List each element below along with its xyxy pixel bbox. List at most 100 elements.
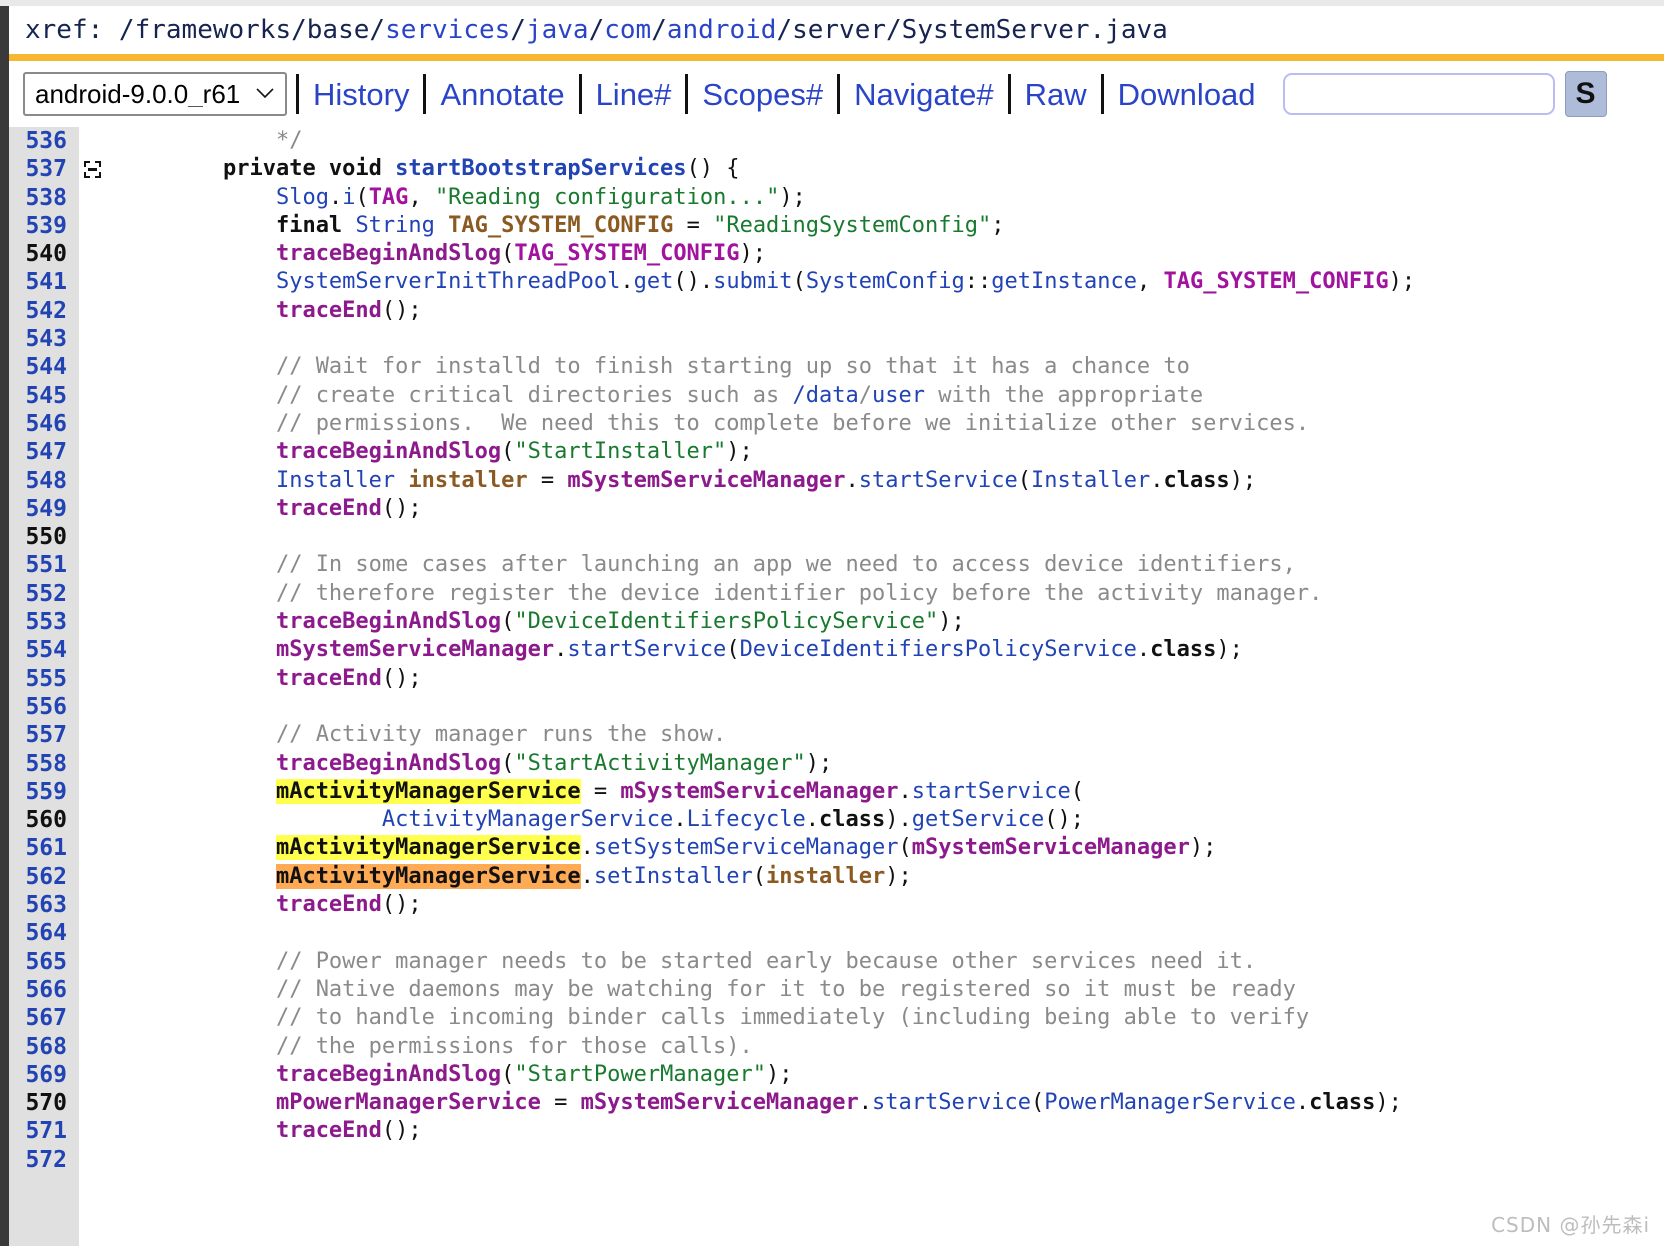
line-number[interactable]: 549 — [9, 494, 79, 524]
line-number[interactable]: 560 — [9, 806, 79, 835]
code-token: startService — [567, 637, 727, 663]
toolbar-separator — [1007, 74, 1011, 114]
breadcrumb-separator: / — [776, 15, 793, 45]
code-token: DeviceIdentifiersPolicyService — [739, 637, 1137, 663]
code-text: // therefore register the device identif… — [107, 580, 1664, 608]
breadcrumb-segment: server — [792, 15, 887, 45]
line-number[interactable]: 559 — [9, 777, 79, 807]
revision-select[interactable]: android-9.0.0_r61 — [23, 72, 287, 116]
line-number[interactable]: 541 — [9, 268, 79, 297]
line-number[interactable]: 571 — [9, 1117, 79, 1146]
line-number[interactable]: 539 — [9, 211, 79, 241]
code-token: . — [673, 807, 687, 833]
code-token: ); — [1375, 1090, 1402, 1116]
breadcrumb-segment[interactable]: com — [604, 15, 651, 45]
toolbar-link-annotate[interactable]: Annotate — [435, 79, 569, 110]
line-number[interactable]: 540 — [9, 240, 79, 269]
line-number[interactable]: 563 — [9, 891, 79, 920]
code-token: installer — [408, 467, 528, 493]
code-text: traceEnd(); — [107, 891, 1664, 919]
code-token: ( — [501, 439, 515, 465]
line-number[interactable]: 554 — [9, 636, 79, 665]
code-token: getService — [911, 807, 1045, 833]
line-number[interactable]: 555 — [9, 664, 79, 693]
code-text: final String TAG_SYSTEM_CONFIG = "Readin… — [107, 212, 1664, 240]
line-number[interactable]: 562 — [9, 862, 79, 892]
breadcrumb-segment[interactable]: android — [667, 15, 777, 45]
code-token: TAG — [368, 184, 409, 210]
search-button[interactable]: S — [1564, 71, 1607, 117]
code-text: Slog.i(TAG, "Reading configuration..."); — [107, 184, 1664, 212]
collapse-icon[interactable] — [84, 161, 101, 179]
line-number[interactable]: 557 — [9, 721, 79, 750]
line-number[interactable]: 567 — [9, 1004, 79, 1033]
breadcrumb-segment[interactable]: java — [526, 15, 589, 45]
line-number[interactable]: 547 — [9, 438, 79, 467]
toolbar-link-download[interactable]: Download — [1113, 79, 1261, 110]
line-number[interactable]: 537 — [9, 155, 79, 184]
code-token: traceEnd — [275, 495, 382, 521]
line-number[interactable]: 536 — [9, 127, 79, 156]
code-token: setSystemServiceManager — [593, 835, 899, 861]
line-number[interactable]: 572 — [9, 1145, 79, 1174]
code-line: 551 // In some cases after launching an … — [9, 551, 1664, 580]
breadcrumb-segment[interactable]: services — [385, 15, 510, 45]
line-number[interactable]: 556 — [9, 692, 79, 722]
toolbar-link-navigate[interactable]: Navigate# — [849, 79, 999, 110]
line-number[interactable]: 538 — [9, 183, 79, 212]
line-number[interactable]: 546 — [9, 409, 79, 439]
toolbar-link-history[interactable]: History — [308, 79, 414, 110]
line-number[interactable]: 565 — [9, 947, 79, 976]
code-text: mSystemServiceManager.startService(Devic… — [107, 636, 1664, 664]
breadcrumb-separator: / — [291, 15, 307, 45]
line-number[interactable]: 550 — [9, 523, 79, 552]
code-token: // Power manager needs to be started ear… — [275, 948, 1257, 974]
line-number[interactable]: 569 — [9, 1060, 79, 1090]
code-rows: 536 */537 private void startBootstrapSer… — [9, 127, 1664, 1174]
line-number[interactable]: 545 — [9, 381, 79, 410]
line-number[interactable]: 551 — [9, 551, 79, 580]
code-token[interactable]: /data — [793, 383, 859, 408]
code-line: 561 mActivityManagerService.setSystemSer… — [9, 834, 1664, 863]
code-token: ( — [1030, 1090, 1045, 1116]
code-token: traceBeginAndSlog — [275, 1061, 502, 1087]
code-token: . — [1136, 637, 1151, 663]
line-number[interactable]: 548 — [9, 466, 79, 495]
code-token: // Wait for installd to finish starting … — [275, 354, 1190, 380]
line-number[interactable]: 543 — [9, 325, 79, 354]
line-number[interactable]: 566 — [9, 975, 79, 1005]
line-number[interactable]: 568 — [9, 1032, 79, 1061]
line-number[interactable]: 561 — [9, 834, 79, 863]
line-number[interactable]: 544 — [9, 353, 79, 382]
line-number[interactable]: 553 — [9, 608, 79, 637]
code-token: final — [275, 212, 356, 238]
toolbar-link-raw[interactable]: Raw — [1020, 79, 1092, 110]
code-token: ( — [1070, 778, 1084, 804]
code-text: traceBeginAndSlog("StartInstaller"); — [107, 438, 1664, 466]
code-line: 559 mActivityManagerService = mSystemSer… — [9, 777, 1664, 807]
line-number[interactable]: 570 — [9, 1089, 79, 1118]
toolbar-link-scopes[interactable]: Scopes# — [697, 79, 828, 110]
line-number[interactable]: 552 — [9, 579, 79, 609]
code-line: 544 // Wait for installd to finish start… — [9, 353, 1664, 382]
code-line: 550 — [9, 523, 1664, 552]
search-input[interactable] — [1282, 73, 1555, 115]
code-token: startService — [872, 1090, 1031, 1116]
breadcrumb: xref: /frameworks/base/services/java/com… — [9, 15, 1168, 45]
line-number[interactable]: 542 — [9, 296, 79, 326]
watermark: CSDN @孙先森i — [1491, 1213, 1650, 1237]
code-line: 553 traceBeginAndSlog("DeviceIdentifiers… — [9, 608, 1664, 637]
toolbar-link-line[interactable]: Line# — [591, 79, 677, 110]
line-number[interactable]: 564 — [9, 919, 79, 948]
code-line: 556 — [9, 692, 1664, 722]
code-token: ( — [898, 835, 912, 861]
line-number[interactable]: 558 — [9, 749, 79, 778]
revision-select-wrapper[interactable]: android-9.0.0_r61 — [23, 72, 287, 116]
code-token[interactable]: user — [872, 383, 925, 408]
code-token: = — [673, 212, 714, 238]
